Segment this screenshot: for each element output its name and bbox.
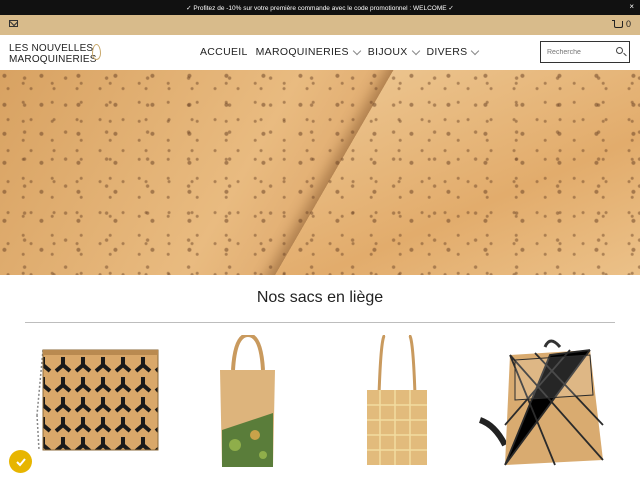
nav-item-label: BIJOUX (367, 46, 408, 58)
search-box (540, 41, 630, 63)
announcement-text: ✓ Profitez de -10% sur votre première co… (186, 4, 454, 12)
site-header: LES NOUVELLES MAROQUINERIES ACCUEIL MARO… (0, 35, 640, 70)
cart-button[interactable]: 0 (611, 19, 631, 29)
nav-item-maroquineries[interactable]: MAROQUINERIES (255, 46, 362, 58)
chevron-down-icon (411, 46, 420, 55)
check-icon (15, 457, 26, 466)
chevron-down-icon (471, 46, 480, 55)
logo-line-1: LES NOUVELLES (9, 43, 94, 54)
section-title: Nos sacs en liège (256, 289, 384, 306)
mail-icon[interactable] (9, 20, 18, 27)
product-image-cork-geometric-backpack[interactable] (475, 335, 610, 475)
cart-icon (611, 19, 623, 28)
chevron-down-icon (352, 46, 362, 55)
close-icon[interactable]: × (629, 2, 634, 11)
section-divider (25, 322, 615, 323)
top-utility-bar: 0 (0, 15, 640, 35)
main-nav: ACCUEIL MAROQUINERIES BIJOUX DIVERS (200, 46, 480, 58)
nav-item-label: MAROQUINERIES (255, 46, 349, 58)
cart-count: 0 (625, 19, 631, 29)
announcement-bar: ✓ Profitez de -10% sur votre première co… (0, 0, 640, 15)
accessibility-badge-check-icon[interactable] (9, 450, 32, 473)
nav-item-bijoux[interactable]: BIJOUX (367, 46, 420, 58)
nav-item-label: ACCUEIL (200, 46, 248, 58)
product-image-cork-geometric-clutch[interactable] (33, 335, 163, 465)
hero-banner-cork (0, 70, 640, 275)
logo-line-2: MAROQUINERIES (9, 54, 97, 65)
search-input[interactable] (545, 47, 615, 57)
product-image-cork-tote-green[interactable] (215, 335, 280, 470)
site-logo[interactable]: LES NOUVELLES MAROQUINERIES (9, 43, 97, 65)
nav-item-label: DIVERS (426, 46, 468, 58)
product-image-cork-tote-gold[interactable] (365, 335, 430, 470)
leaf-logo-icon (92, 44, 101, 60)
search-icon[interactable] (616, 47, 623, 54)
nav-item-divers[interactable]: DIVERS (426, 46, 480, 58)
nav-item-accueil[interactable]: ACCUEIL (200, 46, 248, 58)
